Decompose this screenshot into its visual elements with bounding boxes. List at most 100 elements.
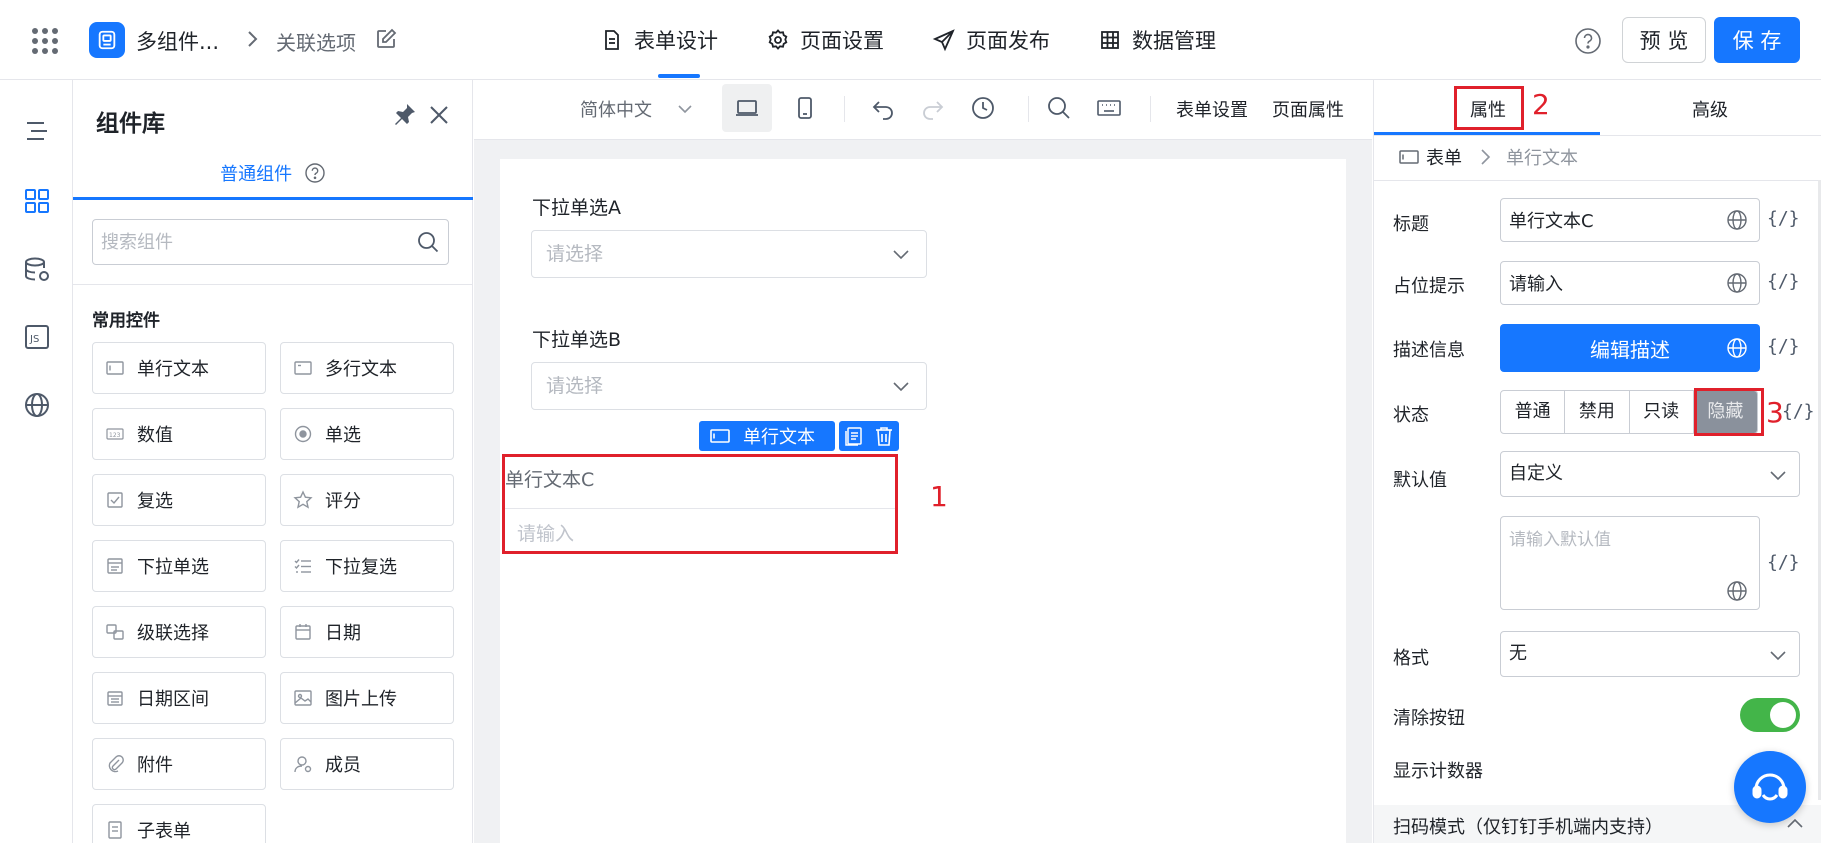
chevron-down-icon [1770, 471, 1786, 481]
chevron-down-icon[interactable] [674, 98, 696, 120]
save-button[interactable]: 保 存 [1714, 17, 1800, 63]
chevron-down-icon [893, 382, 909, 392]
tab-common-components[interactable]: 普通组件 [73, 160, 473, 200]
copy-icon[interactable] [843, 425, 865, 447]
dropdown-b[interactable]: 请选择 [531, 362, 927, 410]
laptop-icon [736, 100, 758, 116]
component-cascade[interactable]: 级联选择 [92, 606, 266, 658]
form-icon [1399, 150, 1419, 164]
expression-button[interactable]: {/} [1767, 208, 1800, 229]
number-icon: 123 [106, 428, 124, 440]
placeholder-input[interactable] [1500, 261, 1760, 305]
pin-icon[interactable] [390, 101, 418, 129]
outline-icon[interactable] [22, 116, 52, 146]
properties-panel: 属性 高级 2 表单 单行文本 标题 {/} 占位提示 {/} 描述信息 编辑描… [1373, 80, 1821, 843]
default-mode-select[interactable]: 自定义 [1500, 451, 1800, 497]
field-divider [505, 508, 895, 509]
component-checkbox[interactable]: 复选 [92, 474, 266, 526]
title-label: 标题 [1393, 214, 1429, 235]
state-readonly[interactable]: 只读 [1630, 391, 1694, 433]
state-disabled[interactable]: 禁用 [1565, 391, 1630, 433]
chevron-down-icon [1770, 651, 1786, 661]
annotation-box-2 [1454, 86, 1524, 130]
state-normal[interactable]: 普通 [1501, 391, 1566, 433]
expression-button[interactable]: {/} [1767, 552, 1800, 573]
component-image-upload[interactable]: 图片上传 [280, 672, 454, 724]
search-input[interactable] [92, 219, 449, 265]
expression-button[interactable]: {/} [1767, 336, 1800, 357]
component-multi-line-text[interactable]: 多行文本 [280, 342, 454, 394]
trash-icon[interactable] [873, 425, 895, 447]
component-dropdown-multi[interactable]: 下拉复选 [280, 540, 454, 592]
history-button[interactable] [958, 84, 1008, 132]
component-number[interactable]: 123 数值 [92, 408, 266, 460]
undo-button[interactable] [858, 84, 908, 132]
component-single-line-text[interactable]: 单行文本 [92, 342, 266, 394]
search-icon[interactable] [416, 230, 440, 254]
state-label: 状态 [1393, 405, 1429, 426]
form-settings-link[interactable]: 表单设置 [1176, 96, 1248, 122]
globe-icon[interactable] [1726, 580, 1748, 602]
divider [1374, 180, 1821, 181]
section-title: 常用控件 [92, 311, 160, 331]
keyboard-button[interactable] [1084, 84, 1134, 132]
image-icon [294, 690, 312, 706]
globe-icon[interactable] [1726, 272, 1748, 294]
language-select[interactable]: 简体中文 [580, 96, 652, 122]
redo-icon [923, 101, 944, 120]
selected-field[interactable]: 单行文本C 请输入 [502, 454, 898, 554]
textarea-icon [294, 361, 312, 375]
component-rating[interactable]: 评分 [280, 474, 454, 526]
tab-page-publish[interactable]: 页面发布 [932, 0, 1050, 80]
selected-component-tag[interactable]: 单行文本 [699, 421, 835, 451]
field-label-b[interactable]: 下拉单选B [532, 325, 621, 352]
component-date-range[interactable]: 日期区间 [92, 672, 266, 724]
data-source-icon[interactable] [22, 255, 52, 285]
clear-button-toggle[interactable] [1740, 698, 1800, 732]
active-tab-underline [1374, 132, 1600, 135]
title-input[interactable] [1500, 198, 1760, 242]
globe-icon[interactable] [22, 390, 52, 420]
component-radio[interactable]: 单选 [280, 408, 454, 460]
redo-button[interactable] [908, 84, 958, 132]
component-attachment[interactable]: 附件 [92, 738, 266, 790]
dropdown-a[interactable]: 请选择 [531, 230, 927, 278]
tab-page-settings[interactable]: 页面设置 [766, 0, 884, 80]
default-value-textarea[interactable] [1500, 516, 1760, 610]
search-button[interactable] [1034, 84, 1084, 132]
preview-button[interactable]: 预 览 [1622, 17, 1706, 63]
help-icon [305, 163, 325, 183]
tab-advanced[interactable]: 高级 [1692, 96, 1728, 122]
globe-icon[interactable] [1726, 337, 1748, 359]
component-member[interactable]: 成员 [280, 738, 454, 790]
tab-form-design[interactable]: 表单设计 [600, 0, 718, 80]
expression-button[interactable]: {/} [1767, 271, 1800, 292]
component-date[interactable]: 日期 [280, 606, 454, 658]
field-label-a[interactable]: 下拉单选A [532, 193, 621, 220]
breadcrumb-form[interactable]: 表单 [1426, 144, 1462, 170]
js-icon[interactable]: JS [22, 322, 52, 352]
mobile-view-button[interactable] [780, 84, 830, 132]
toolbar-divider [1028, 96, 1029, 122]
selected-field-label: 单行文本C [505, 469, 595, 491]
tab-data-management[interactable]: 数据管理 [1098, 0, 1216, 80]
expression-button[interactable]: {/} [1782, 401, 1815, 422]
app-name[interactable]: 多组件... [136, 26, 219, 56]
components-icon[interactable] [22, 186, 52, 216]
support-chat-button[interactable] [1734, 751, 1806, 823]
text-input-icon [106, 361, 124, 375]
format-select[interactable]: 无 [1500, 631, 1800, 677]
svg-text:123: 123 [109, 432, 121, 439]
page-props-link[interactable]: 页面属性 [1272, 96, 1344, 122]
edit-icon[interactable] [374, 27, 398, 51]
desktop-view-button[interactable] [722, 84, 772, 132]
close-icon[interactable] [425, 101, 453, 129]
edit-description-button[interactable]: 编辑描述 [1500, 324, 1760, 372]
globe-icon[interactable] [1726, 209, 1748, 231]
help-icon[interactable] [1574, 27, 1602, 55]
component-subform[interactable]: 子表单 [92, 804, 266, 843]
component-dropdown-single[interactable]: 下拉单选 [92, 540, 266, 592]
calendar-icon [295, 624, 311, 640]
apps-grid-icon[interactable] [32, 28, 58, 54]
selected-field-placeholder: 请输入 [517, 523, 575, 545]
